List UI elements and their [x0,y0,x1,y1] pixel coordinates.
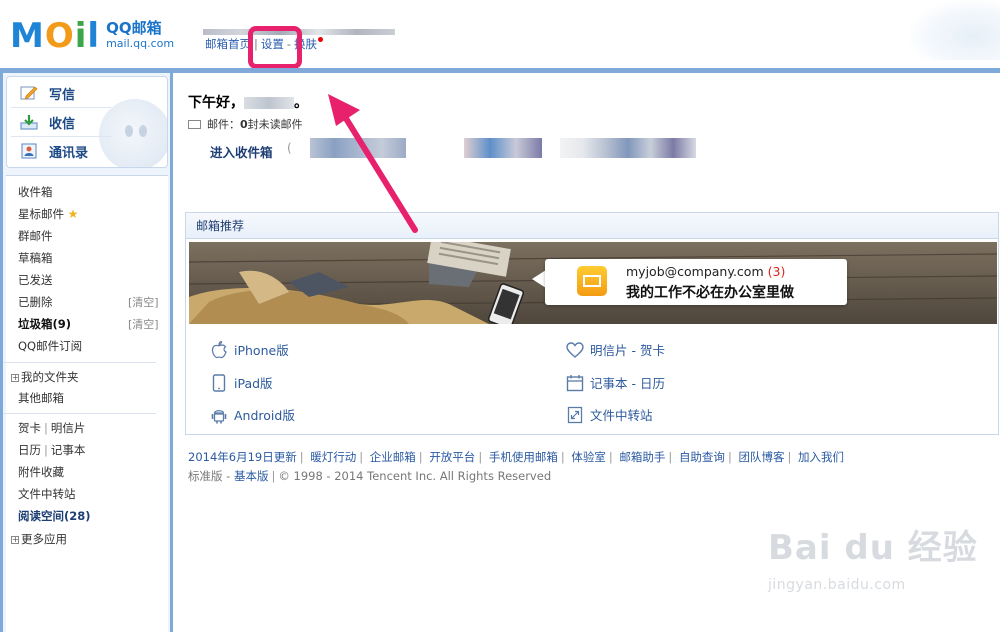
baidu-jingyan-watermark: Bai du 经验 jingyan.baidu.com [768,528,978,593]
recommend-panel: 邮箱推荐 [185,212,999,435]
compose-box: 写信 收信 通讯录 [6,76,168,168]
folder-sent[interactable]: 已发送 [18,272,53,288]
heart-icon [566,341,584,359]
apple-icon [210,340,228,359]
footer-copyright: 标准版 - 基本版 | © 1998 - 2014 Tencent Inc. All… [188,469,552,483]
footer-link[interactable]: 手机使用邮箱 [489,450,558,464]
footer-links: 2014年6月19日更新 | 暖灯行动 | 企业邮箱 | 开放平台 | 手机使用邮箱 | … [188,450,844,464]
copyright-text: © 1998 - 2014 Tencent Inc. All Rights Re… [278,469,552,483]
star-icon: ★ [67,207,79,221]
basic-version-link[interactable]: 基本版 [234,469,269,483]
calendar-icon [566,374,584,392]
file-transfer-icon [566,406,584,424]
folder-spam[interactable]: 垃圾箱(9) [18,316,71,332]
greeting: 下午好，。 [188,95,308,111]
new-dot-icon [318,37,324,42]
divider [4,362,156,363]
link-postcard[interactable]: 明信片 [51,421,86,435]
app-notes-calendar-link[interactable]: 记事本 - 日历 [566,373,665,392]
logo-mark: MOil [10,16,101,56]
blurred-email-addresses [464,138,542,158]
nav-mail-home[interactable]: 邮箱首页 [205,37,251,51]
folder-drafts[interactable]: 草稿箱 [18,250,53,266]
footer-link[interactable]: 体验室 [571,450,606,464]
spam-clear-link[interactable]: [清空] [128,316,159,332]
folder-group[interactable]: 群邮件 [18,228,53,244]
footer-link[interactable]: 企业邮箱 [370,450,416,464]
mail-icon [577,266,607,296]
folder-my-folders[interactable]: + 我的文件夹 [11,369,79,385]
folder-other-mail[interactable]: 其他邮箱 [18,390,64,406]
footer-link[interactable]: 自助查询 [679,450,725,464]
expand-icon: + [11,534,19,544]
promo-email: myjob@company.com (3) [626,264,786,279]
download-icon [19,113,39,131]
recommend-title: 邮箱推荐 [186,213,998,239]
annotation-arrow-icon [328,94,418,233]
footer-link[interactable]: 开放平台 [429,450,475,464]
link-calendar[interactable]: 日历 [18,443,41,457]
divider [4,413,156,414]
apps-card-postcard: 贺卡 | 明信片 [18,421,86,435]
address-book-icon [19,142,39,160]
folder-deleted[interactable]: 已删除 [18,294,53,310]
blurred-username [244,97,294,109]
android-icon [210,406,228,424]
pencil-icon [19,84,39,102]
folder-file-transfer[interactable]: 文件中转站 [18,486,76,502]
unread-summary: 邮件： 0 封未读邮件 [188,116,303,132]
folder-more-apps[interactable]: + 更多应用 [11,531,67,547]
qq-penguin-icon [99,99,167,167]
app-iphone-link[interactable]: iPhone版 [210,340,289,359]
folder-qq-subscribe[interactable]: QQ邮件订阅 [18,338,82,354]
enter-inbox-link[interactable]: 进入收件箱 [210,142,273,161]
standard-version-link[interactable]: 标准版 [188,469,223,483]
header: MOil QQ邮箱 mail.qq.com 邮箱首页 | 设置 - 换肤 [0,0,1000,70]
folder-inbox[interactable]: 收件箱 [18,184,53,200]
write-button[interactable]: 写信 [19,79,75,107]
receive-button[interactable]: 收信 [19,108,75,136]
deleted-clear-link[interactable]: [清空] [128,294,159,310]
folder-starred[interactable]: 星标邮件 ★ [18,206,78,222]
expand-icon: + [11,372,19,382]
envelope-icon [188,119,201,129]
app-postcard-link[interactable]: 明信片 - 贺卡 [566,340,665,359]
footer-link[interactable]: 团队博客 [738,450,784,464]
apps-calendar-notes: 日历 | 记事本 [18,443,86,457]
contacts-button[interactable]: 通讯录 [19,137,88,165]
logo-title: QQ邮箱 [106,19,162,37]
settings-highlight-box [248,26,302,69]
qq-mail-logo[interactable]: MOil QQ邮箱 mail.qq.com [10,16,174,56]
footer-link[interactable]: 2014年6月19日更新 [188,450,297,464]
footer-link[interactable]: 邮箱助手 [619,450,665,464]
blurred-email-addresses [560,138,696,158]
folder-attachments[interactable]: 附件收藏 [18,464,64,480]
logo-url: mail.qq.com [106,37,175,50]
tablet-icon [210,373,228,392]
decorative-cloud [910,0,1000,60]
unread-count[interactable]: 0 [240,118,248,131]
link-notes[interactable]: 记事本 [51,443,86,457]
footer-link[interactable]: 加入我们 [798,450,844,464]
app-android-link[interactable]: Android版 [210,405,295,424]
app-ipad-link[interactable]: iPad版 [210,373,273,392]
footer-link[interactable]: 暖灯行动 [310,450,356,464]
promo-slogan: 我的工作不必在办公室里做 [626,285,794,301]
folder-reading-space[interactable]: 阅读空间(28) [18,508,91,524]
app-file-transfer-link[interactable]: 文件中转站 [566,405,653,424]
link-card[interactable]: 贺卡 [18,421,41,435]
